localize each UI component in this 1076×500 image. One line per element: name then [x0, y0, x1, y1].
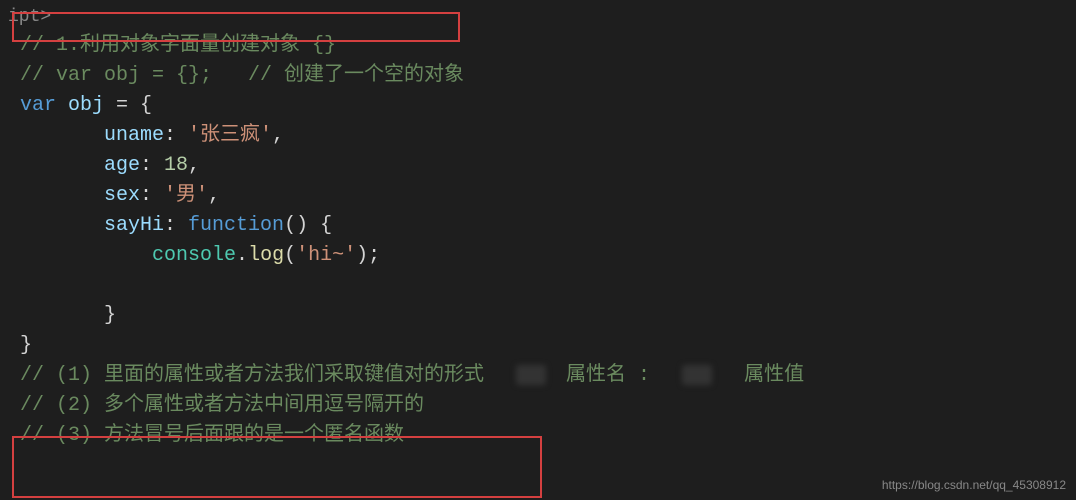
blur-spot	[516, 365, 546, 385]
code-editor[interactable]: ipt> // 1.利用对象字面量创建对象 {} // var obj = {}…	[0, 4, 1076, 451]
code-line-12: // (1) 里面的属性或者方法我们采取键值对的形式 属性名 : 属性值	[0, 361, 1076, 391]
code-line-2: // var obj = {}; // 创建了一个空的对象	[0, 61, 1076, 91]
code-line-6: sex: '男',	[0, 181, 1076, 211]
code-line-1: // 1.利用对象字面量创建对象 {}	[0, 31, 1076, 61]
blur-spot	[682, 365, 712, 385]
partial-tag: ipt>	[0, 4, 1076, 31]
code-line-14: // (3) 方法冒号后面跟的是一个匿名函数	[0, 421, 1076, 451]
code-line-10: }	[0, 301, 1076, 331]
code-line-7: sayHi: function() {	[0, 211, 1076, 241]
code-line-4: uname: '张三疯',	[0, 121, 1076, 151]
code-line-9	[0, 271, 1076, 301]
code-line-8: console.log('hi~');	[0, 241, 1076, 271]
code-line-11: }	[0, 331, 1076, 361]
code-line-5: age: 18,	[0, 151, 1076, 181]
watermark: https://blog.csdn.net/qq_45308912	[882, 476, 1066, 494]
code-line-13: // (2) 多个属性或者方法中间用逗号隔开的	[0, 391, 1076, 421]
code-line-3: var obj = {	[0, 91, 1076, 121]
